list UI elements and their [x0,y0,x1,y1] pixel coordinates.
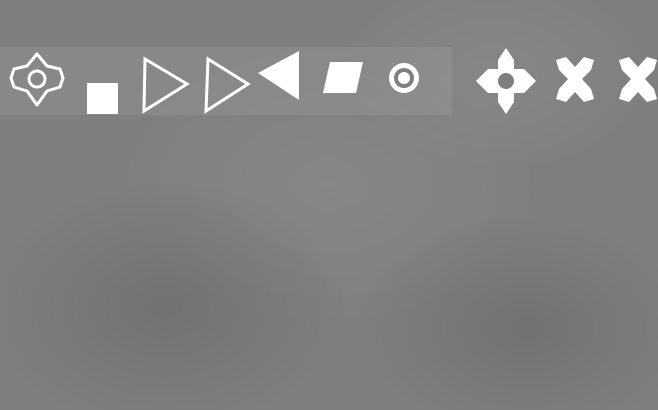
triangle-right-icon[interactable] [196,47,258,115]
four-petal-ring-icon[interactable] [475,47,537,115]
cross-x-icon[interactable] [544,47,606,115]
target-ring-icon[interactable] [372,47,434,115]
triangle-left-icon[interactable] [254,47,316,115]
square-icon[interactable] [72,47,134,115]
cross-x-icon[interactable] [607,47,658,115]
ornate-diamond-ring-icon[interactable] [6,47,68,115]
puzzle-board [0,0,658,410]
parallelogram-icon[interactable] [316,47,378,115]
triangle-right-icon[interactable] [134,47,196,115]
